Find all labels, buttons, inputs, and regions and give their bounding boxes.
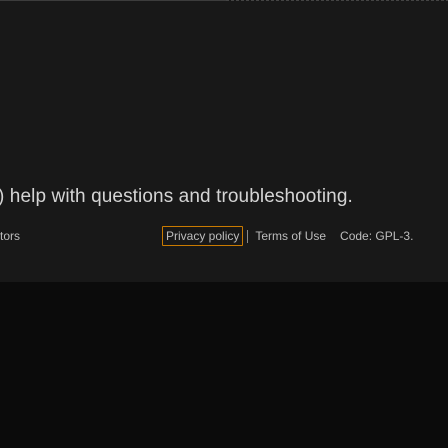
contributors-link[interactable]: tors (0, 229, 20, 243)
page-background (0, 282, 448, 448)
help-text: ) help with questions and troubleshootin… (0, 186, 353, 207)
separator (247, 229, 249, 243)
terms-of-use-link[interactable]: Terms of Use (252, 227, 329, 245)
footer-divider-dashed (226, 0, 448, 1)
site-footer: ) help with questions and troubleshootin… (0, 0, 448, 282)
legal-links: Privacy policy Terms of Use Code: GPL-3. (162, 226, 416, 246)
footer-divider-solid (0, 0, 226, 1)
privacy-policy-link[interactable]: Privacy policy (162, 226, 244, 246)
license-code-link[interactable]: Code: GPL-3. (337, 227, 416, 245)
